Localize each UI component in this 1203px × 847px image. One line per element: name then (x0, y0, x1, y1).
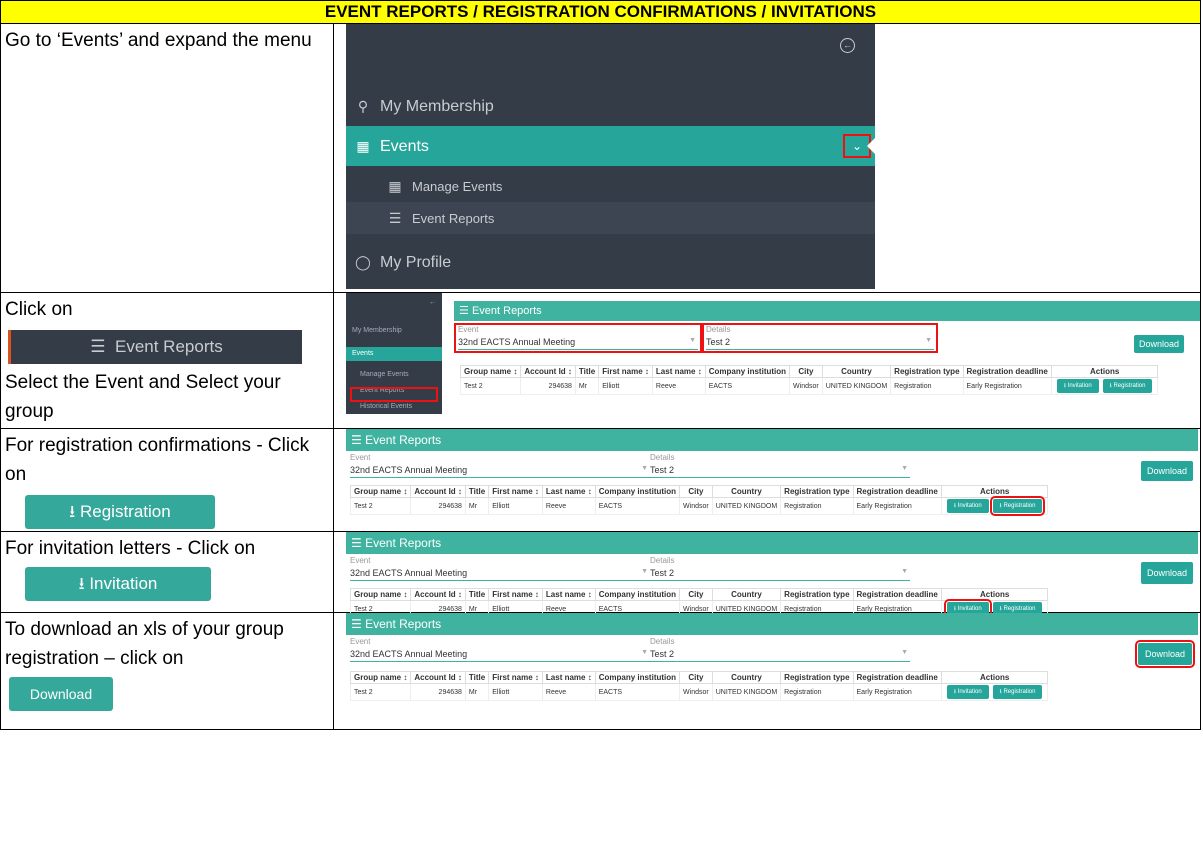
registration-button[interactable]: ⭳ Registration (992, 685, 1043, 699)
download-icon: ⭳ (69, 502, 76, 521)
layers-icon: ☰ (351, 617, 362, 631)
download-button[interactable]: Download (1135, 640, 1195, 668)
ribbon-icon: ⚲ (357, 98, 369, 114)
sidebar-item-event-reports[interactable]: ☰ Event Reports (346, 202, 875, 234)
sidebar-item-membership[interactable]: ⚲ My Membership (346, 86, 875, 126)
download-button[interactable]: Download (1141, 461, 1193, 481)
report-panel: ☰ Event Reports Event 32nd EACTS Annual … (346, 429, 1198, 516)
table-header: Group name ↕ Account Id ↕ Title First name … (349, 588, 1049, 601)
collapse-icon[interactable]: ← (840, 38, 855, 53)
report-table: Group name ↕ Account Id ↕ Title First name … (349, 671, 1049, 701)
invitation-button[interactable]: ⭳ Invitation (946, 685, 989, 699)
step-2-screenshot: ← My Membership Events Manage Events Eve… (333, 292, 1201, 429)
report-table: Group name ↕ Account Id ↕ Title First name … (349, 485, 1049, 516)
event-reports-button[interactable]: ☰ Event Reports (8, 330, 302, 364)
sidebar-item-events[interactable]: Events (346, 347, 442, 361)
table-header: Group name ↕ Account Id ↕ Title First name … (459, 365, 1159, 378)
report-panel: ☰ Event Reports Event 32nd EACTS Annual … (346, 613, 1198, 701)
download-icon: ⭳ (78, 574, 85, 593)
event-label: Event (350, 556, 371, 565)
event-label: Event (350, 453, 371, 462)
layers-icon: ☰ (459, 305, 469, 317)
sidebar-item-events[interactable]: ▦ Events ⌄ (346, 126, 875, 166)
table-row: Test 2 294638 Mr Elliott Reeve EACTS Windsor UN… (349, 683, 1049, 701)
active-pointer-icon (867, 138, 875, 154)
table-row: Test 2 294638 Mr Elliott Reeve EACTS Windsor UN… (349, 496, 1049, 516)
step-3-text: For registration confirmations - Click o… (0, 428, 334, 532)
invitation-button[interactable]: ⭳ Invitation (1056, 379, 1099, 393)
dropdown-icon: ▼ (641, 649, 648, 656)
step-4-screenshot: ☰ Event Reports Event 32nd EACTS Annual … (333, 531, 1201, 619)
layers-icon: ☰ (351, 433, 362, 447)
details-label: Details (650, 556, 675, 565)
invitation-button[interactable]: ⭳ Invitation (946, 499, 989, 513)
details-label: Details (650, 453, 675, 462)
calendar-icon: ▦ (356, 138, 370, 154)
download-button[interactable]: Download (1134, 335, 1184, 353)
user-icon: ◯ (355, 254, 371, 270)
dropdown-icon: ▼ (901, 465, 908, 472)
calendar-icon: ▦ (388, 178, 402, 194)
report-header: ☰ Event Reports (346, 613, 1198, 635)
page-title: EVENT REPORTS / REGISTRATION CONFIRMATIO… (0, 0, 1201, 24)
sidebar-item-manage-events[interactable]: ▦ Manage Events (346, 170, 875, 202)
instruction-table: EVENT REPORTS / REGISTRATION CONFIRMATIO… (0, 0, 1201, 730)
table-header: Group name ↕ Account Id ↕ Title First name … (349, 671, 1049, 684)
report-header: ☰ Event Reports (346, 532, 1198, 554)
sidebar-menu: ← ⚲ My Membership ▦ Events ⌄ ▦ Manage Event… (346, 24, 875, 289)
details-select[interactable]: Test 2 ▼ (650, 568, 910, 581)
registration-button[interactable]: ⭳ Registration (1102, 379, 1153, 393)
step-1-screenshot: ← ⚲ My Membership ▦ Events ⌄ ▦ Manage Event… (333, 23, 1201, 293)
event-select[interactable]: 32nd EACTS Annual Meeting ▼ (350, 649, 650, 662)
invitation-button-sample[interactable]: ⭳ Invitation (25, 567, 211, 601)
event-label: Event (350, 637, 371, 646)
registration-button[interactable]: ⭳ Registration (989, 496, 1046, 516)
sidebar-item-membership[interactable]: My Membership (346, 327, 442, 334)
layers-icon: ☰ (388, 210, 402, 226)
step-1-text: Go to ‘Events’ and expand the menu (0, 23, 334, 293)
report-panel: ☰ Event Reports Event 32nd EACTS Annual … (454, 301, 1200, 411)
dropdown-icon: ▼ (901, 568, 908, 575)
expand-chevron[interactable]: ⌄ (841, 126, 875, 166)
step-5-text: To download an xls of your group registr… (0, 612, 334, 730)
download-button-sample[interactable]: Download (9, 677, 113, 711)
event-select[interactable]: 32nd EACTS Annual Meeting ▼ (350, 568, 650, 581)
registration-button-sample[interactable]: ⭳ Registration (25, 495, 215, 529)
step-3-screenshot: ☰ Event Reports Event 32nd EACTS Annual … (333, 428, 1201, 532)
details-select[interactable]: Test 2 ▼ (650, 649, 910, 662)
highlight-box (454, 323, 702, 353)
report-header: ☰ Event Reports (454, 301, 1200, 321)
download-button[interactable]: Download (1141, 562, 1193, 584)
layers-icon: ☰ (90, 337, 106, 356)
event-select[interactable]: 32nd EACTS Annual Meeting ▼ (350, 465, 650, 478)
step-5-screenshot: ☰ Event Reports Event 32nd EACTS Annual … (333, 612, 1201, 730)
sidebar-item-profile[interactable]: ◯ My Profile (346, 242, 875, 282)
table-row: Test 2 294638 Mr Elliott Reeve EACTS Windsor UN… (459, 377, 1159, 395)
dropdown-icon: ▼ (901, 649, 908, 656)
step-2-text: Click on ☰ Event Reports Select the Even… (0, 292, 334, 429)
step-4-text: For invitation letters - Click on ⭳ Invi… (0, 531, 334, 613)
highlight-box (350, 387, 438, 402)
sidebar-item-manage-events[interactable]: Manage Events (346, 371, 442, 378)
sidebar-item-historical-events[interactable]: Historical Events (346, 403, 442, 410)
dropdown-icon: ▼ (641, 568, 648, 575)
report-table: Group name ↕ Account Id ↕ Title First name … (459, 365, 1159, 395)
highlight-box (702, 323, 938, 353)
table-header: Group name ↕ Account Id ↕ Title First name … (349, 485, 1049, 498)
report-header: ☰ Event Reports (346, 429, 1198, 451)
details-label: Details (650, 637, 675, 646)
layers-icon: ☰ (351, 536, 362, 550)
details-select[interactable]: Test 2 ▼ (650, 465, 910, 478)
collapse-icon[interactable]: ← (346, 299, 442, 306)
dropdown-icon: ▼ (641, 465, 648, 472)
report-panel: ☰ Event Reports Event 32nd EACTS Annual … (346, 532, 1198, 619)
